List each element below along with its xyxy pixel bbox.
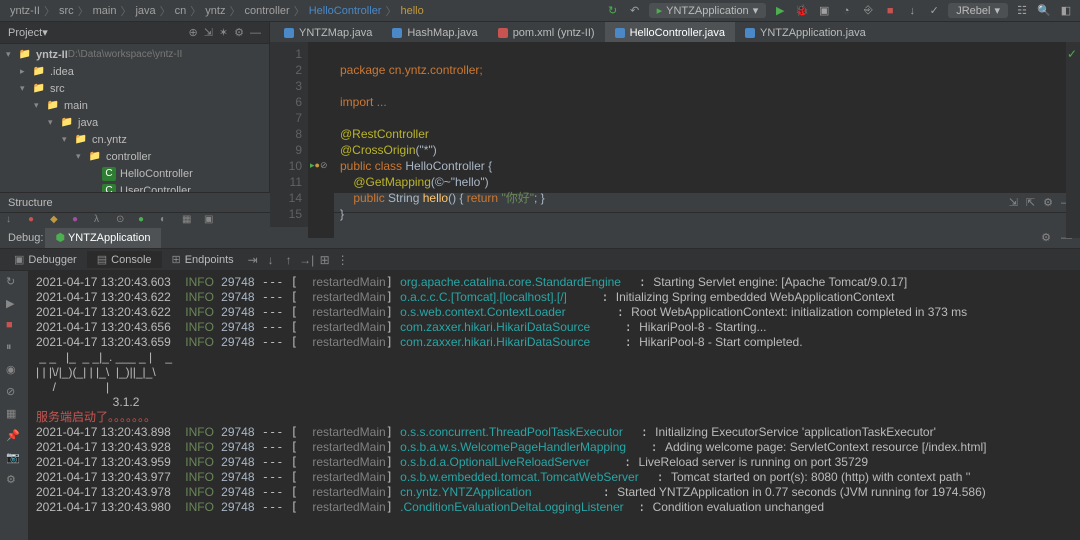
structure-settings-icon[interactable]: ⚙ — [1043, 196, 1053, 209]
breadcrumb[interactable]: yntz — [201, 5, 229, 17]
notifications-icon[interactable]: ◧ — [1058, 3, 1074, 19]
code-line: package cn.yntz.controller; — [340, 63, 483, 77]
panel-title: Project — [8, 27, 42, 39]
editor-scrollbar[interactable]: ✓ — [1066, 42, 1080, 238]
structure-title: Structure — [8, 197, 53, 209]
toolbar-icon[interactable]: ◐ — [160, 214, 174, 228]
editor-tab[interactable]: YNTZApplication.java — [735, 22, 876, 42]
back-icon[interactable]: ↶ — [627, 3, 643, 19]
git-commit-icon[interactable]: ✓ — [926, 3, 942, 19]
structure-collapse-icon[interactable]: ⇱ — [1026, 196, 1035, 209]
breadcrumb[interactable]: java — [131, 5, 159, 17]
project-tree: ▾📁yntz-II D:\Data\workspace\yntz-II ▸📁.i… — [0, 44, 269, 192]
tree-node[interactable]: ▾📁main — [0, 97, 269, 114]
editor-code[interactable]: package cn.yntz.controller; import ... @… — [334, 42, 1066, 238]
tree-node[interactable]: ▾📁java — [0, 114, 269, 131]
inherited-icon[interactable]: ● — [138, 214, 152, 228]
collapse-icon[interactable]: ✶ — [219, 26, 228, 39]
editor-tabs: YNTZMap.javaHashMap.javapom.xml (yntz-II… — [270, 22, 1080, 42]
breadcrumb[interactable]: HelloController — [305, 5, 386, 17]
editor-tab[interactable]: pom.xml (yntz-II) — [488, 22, 605, 42]
tree-node[interactable]: ▾📁src — [0, 80, 269, 97]
pin-icon[interactable]: 📌 — [6, 429, 22, 445]
sub-tab-endpoints[interactable]: ⊞Endpoints — [162, 251, 244, 268]
debug-settings-icon[interactable]: ⚙ — [1041, 231, 1051, 244]
step-into-icon[interactable]: ↓ — [262, 253, 280, 267]
step-out-icon[interactable]: ↑ — [280, 253, 298, 267]
sub-tab-debugger[interactable]: ▣Debugger — [4, 251, 87, 268]
tree-class[interactable]: CUserController — [0, 182, 269, 192]
expand-icon[interactable]: ⇲ — [204, 26, 213, 39]
camera-icon[interactable]: 📷 — [6, 451, 22, 467]
resume-icon[interactable]: ▶ — [6, 297, 22, 313]
coverage-icon[interactable]: ▣ — [816, 3, 832, 19]
debug-title: Debug: — [8, 232, 43, 244]
more-icon[interactable]: ⋮ — [334, 253, 352, 267]
editor-gutter: 123678910111415 — [270, 42, 308, 238]
step-over-icon[interactable]: ⇥ — [244, 253, 262, 267]
panel-settings-icon[interactable]: ⚙ — [234, 26, 244, 39]
evaluate-icon[interactable]: ⊞ — [316, 253, 334, 267]
attach-icon[interactable]: ⎆ — [860, 3, 876, 19]
toolbar-icon[interactable]: ▦ — [182, 214, 196, 228]
layout-icon[interactable]: ▦ — [6, 407, 22, 423]
rerun-icon[interactable]: ↻ — [6, 275, 22, 291]
editor-tab[interactable]: HelloController.java — [605, 22, 735, 42]
editor-tab[interactable]: HashMap.java — [382, 22, 487, 42]
breadcrumb[interactable]: hello — [396, 5, 427, 17]
jrebel-select[interactable]: JRebel ▾ — [948, 3, 1008, 18]
sub-tab-console[interactable]: ▤Console — [87, 251, 162, 268]
field-icon[interactable]: ● — [28, 214, 42, 228]
debug-panel: Debug: ⬢ YNTZApplication ⚙ — ▣Debugger ▤… — [0, 227, 1080, 540]
project-panel: Project ▾ ⊕ ⇲ ✶ ⚙ — ▾📁yntz-II D:\Data\wo… — [0, 22, 270, 192]
view-breakpoints-icon[interactable]: ◉ — [6, 363, 22, 379]
breadcrumb[interactable]: main — [89, 5, 121, 17]
mute-icon[interactable]: ⊘ — [6, 385, 22, 401]
settings-icon[interactable]: ⚙ — [6, 473, 22, 489]
run-config-select[interactable]: ▸YNTZApplication ▾ — [649, 3, 767, 18]
structure-expand-icon[interactable]: ⇲ — [1009, 196, 1018, 209]
run-icon[interactable]: ▶ — [772, 3, 788, 19]
more-icon[interactable]: ☷ — [1014, 3, 1030, 19]
lambda-icon[interactable]: λ — [94, 214, 108, 228]
top-navbar: yntz-II〉 src〉 main〉 java〉 cn〉 yntz〉 cont… — [0, 0, 1080, 22]
stop-icon[interactable]: ■ — [6, 319, 22, 335]
editor-gutter-icons: ▸●⊘ — [308, 42, 334, 238]
tree-node[interactable]: ▸📁.idea — [0, 63, 269, 80]
property-icon[interactable]: ● — [72, 214, 86, 228]
debug-tab-app[interactable]: ⬢ YNTZApplication — [45, 228, 160, 248]
tree-root[interactable]: ▾📁yntz-II D:\Data\workspace\yntz-II — [0, 46, 269, 63]
tree-class[interactable]: CHelloController — [0, 165, 269, 182]
toolbar-icon[interactable]: ▣ — [204, 214, 218, 228]
method-icon[interactable]: ◆ — [50, 214, 64, 228]
debug-icon[interactable]: 🐞 — [794, 3, 810, 19]
debug-side-toolbar: ↻ ▶ ■ ⏸ ◉ ⊘ ▦ 📌 📷 ⚙ — [0, 271, 28, 540]
sort-icon[interactable]: ↓ — [6, 214, 20, 228]
stop-icon[interactable]: ■ — [882, 3, 898, 19]
hide-icon[interactable]: — — [250, 27, 261, 39]
pause-icon[interactable]: ⏸ — [6, 341, 22, 357]
editor-panel: YNTZMap.javaHashMap.javapom.xml (yntz-II… — [270, 22, 1080, 192]
editor-tab[interactable]: YNTZMap.java — [274, 22, 382, 42]
profile-icon[interactable]: ◔ — [838, 3, 854, 19]
breadcrumb[interactable]: src — [55, 5, 78, 17]
breadcrumb[interactable]: controller — [240, 5, 293, 17]
git-update-icon[interactable]: ↓ — [904, 3, 920, 19]
anon-icon[interactable]: ⊙ — [116, 214, 130, 228]
console-output[interactable]: 2021-04-17 13:20:43.603 INFO 29748 --- [… — [28, 271, 1080, 540]
search-icon[interactable]: 🔍 — [1036, 3, 1052, 19]
sync-icon[interactable]: ↻ — [605, 3, 621, 19]
breadcrumb-root[interactable]: yntz-II — [6, 5, 44, 17]
breadcrumb[interactable]: cn — [171, 5, 191, 17]
tree-node[interactable]: ▾📁controller — [0, 148, 269, 165]
run-cursor-icon[interactable]: →| — [298, 253, 316, 267]
tree-node[interactable]: ▾📁cn.yntz — [0, 131, 269, 148]
select-opened-icon[interactable]: ⊕ — [188, 26, 197, 39]
